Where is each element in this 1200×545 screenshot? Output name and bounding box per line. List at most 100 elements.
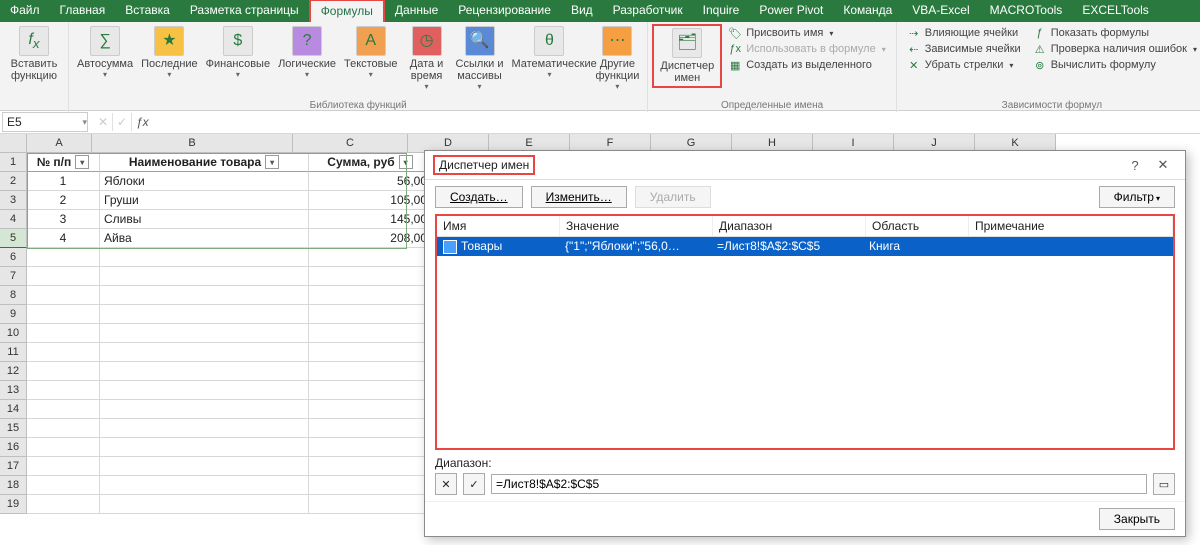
cell[interactable] bbox=[309, 381, 432, 400]
cell[interactable] bbox=[309, 362, 432, 381]
filter-button[interactable]: Фильтр▾ bbox=[1099, 186, 1175, 208]
logical-button[interactable]: ? Логические▾ bbox=[274, 24, 340, 82]
cell[interactable]: 105,00 bbox=[309, 191, 432, 210]
recent-button[interactable]: ★ Последние▾ bbox=[137, 24, 202, 82]
cell[interactable]: 4 bbox=[27, 229, 100, 248]
cell[interactable] bbox=[27, 476, 100, 495]
tab-developer[interactable]: Разработчик bbox=[603, 0, 693, 22]
tab-macrotools[interactable]: MACROTools bbox=[980, 0, 1073, 22]
define-name-button[interactable]: 🏷Присвоить имя▾ bbox=[728, 26, 886, 40]
row-header[interactable]: 19 bbox=[0, 495, 27, 514]
tab-file[interactable]: Файл bbox=[0, 0, 50, 22]
row-header[interactable]: 16 bbox=[0, 438, 27, 457]
tab-page-layout[interactable]: Разметка страницы bbox=[180, 0, 309, 22]
row-header[interactable]: 3 bbox=[0, 191, 27, 210]
tab-powerpivot[interactable]: Power Pivot bbox=[749, 0, 833, 22]
row-header[interactable]: 4 bbox=[0, 210, 27, 229]
row-header[interactable]: 13 bbox=[0, 381, 27, 400]
cell[interactable] bbox=[27, 419, 100, 438]
error-check-button[interactable]: ⚠Проверка наличия ошибок▾ bbox=[1033, 42, 1197, 56]
tab-exceltools[interactable]: EXCELTools bbox=[1072, 0, 1158, 22]
cell[interactable]: Груши bbox=[100, 191, 309, 210]
cell[interactable] bbox=[27, 362, 100, 381]
names-list-row[interactable]: Товары {"1";"Яблоки";"56,0… =Лист8!$A$2:… bbox=[437, 237, 1173, 256]
row-header[interactable]: 2 bbox=[0, 172, 27, 191]
cell[interactable]: 2 bbox=[27, 191, 100, 210]
cell[interactable]: Яблоки bbox=[100, 172, 309, 191]
cell[interactable] bbox=[100, 400, 309, 419]
cell[interactable] bbox=[100, 495, 309, 514]
tab-insert[interactable]: Вставка bbox=[115, 0, 180, 22]
cell[interactable] bbox=[27, 286, 100, 305]
col-header-A[interactable]: A bbox=[27, 134, 92, 153]
cell[interactable]: Сумма, руб▾ bbox=[309, 153, 432, 172]
cell[interactable] bbox=[309, 419, 432, 438]
help-button[interactable]: ? bbox=[1121, 155, 1149, 175]
insert-function-button[interactable]: fx Вставить функцию bbox=[7, 24, 62, 84]
cell[interactable] bbox=[27, 267, 100, 286]
tab-inquire[interactable]: Inquire bbox=[693, 0, 750, 22]
cell[interactable] bbox=[100, 267, 309, 286]
cell[interactable] bbox=[27, 381, 100, 400]
financial-button[interactable]: $ Финансовые▾ bbox=[202, 24, 274, 82]
cell[interactable] bbox=[100, 476, 309, 495]
row-header[interactable]: 5 bbox=[0, 229, 27, 248]
tab-home[interactable]: Главная bbox=[50, 0, 116, 22]
tab-data[interactable]: Данные bbox=[385, 0, 448, 22]
datetime-button[interactable]: ◷ Дата и время▾ bbox=[402, 24, 452, 94]
cell[interactable]: 145,00 bbox=[309, 210, 432, 229]
cell[interactable] bbox=[309, 305, 432, 324]
range-cancel-button[interactable]: ✕ bbox=[435, 473, 457, 495]
row-header[interactable]: 1 bbox=[0, 153, 27, 172]
range-confirm-button[interactable]: ✓ bbox=[463, 473, 485, 495]
cell[interactable] bbox=[27, 495, 100, 514]
cell[interactable]: 208,00 bbox=[309, 229, 432, 248]
trace-dependents-button[interactable]: ⇠Зависимые ячейки bbox=[907, 42, 1021, 56]
select-all-corner[interactable] bbox=[0, 134, 27, 153]
row-header[interactable]: 10 bbox=[0, 324, 27, 343]
row-header[interactable]: 8 bbox=[0, 286, 27, 305]
row-header[interactable]: 12 bbox=[0, 362, 27, 381]
cell[interactable] bbox=[100, 248, 309, 267]
row-header[interactable]: 9 bbox=[0, 305, 27, 324]
edit-name-button[interactable]: Изменить… bbox=[531, 186, 627, 208]
names-list[interactable]: Имя Значение Диапазон Область Примечание… bbox=[435, 214, 1175, 450]
math-button[interactable]: θ Математические▾ bbox=[507, 24, 591, 82]
cell[interactable] bbox=[27, 248, 100, 267]
cell[interactable] bbox=[309, 248, 432, 267]
cell[interactable] bbox=[309, 267, 432, 286]
cell[interactable] bbox=[27, 457, 100, 476]
close-dialog-button[interactable]: Закрыть bbox=[1099, 508, 1175, 530]
close-icon[interactable]: ✕ bbox=[1149, 155, 1177, 175]
cell[interactable] bbox=[27, 324, 100, 343]
cell[interactable] bbox=[100, 381, 309, 400]
remove-arrows-button[interactable]: ✕Убрать стрелки▾ bbox=[907, 58, 1021, 72]
cell[interactable] bbox=[100, 362, 309, 381]
filter-icon[interactable]: ▾ bbox=[399, 155, 413, 169]
cell[interactable] bbox=[100, 419, 309, 438]
cell[interactable]: № п/п▾ bbox=[27, 153, 100, 172]
tab-formulas[interactable]: Формулы bbox=[309, 0, 385, 22]
trace-precedents-button[interactable]: ⇢Влияющие ячейки bbox=[907, 26, 1021, 40]
cell[interactable] bbox=[309, 400, 432, 419]
row-header[interactable]: 7 bbox=[0, 267, 27, 286]
cell[interactable] bbox=[309, 438, 432, 457]
cell[interactable] bbox=[309, 286, 432, 305]
tab-review[interactable]: Рецензирование bbox=[448, 0, 561, 22]
cell[interactable]: 3 bbox=[27, 210, 100, 229]
tab-view[interactable]: Вид bbox=[561, 0, 603, 22]
cell[interactable] bbox=[100, 457, 309, 476]
row-header[interactable]: 11 bbox=[0, 343, 27, 362]
col-header-C[interactable]: C bbox=[293, 134, 408, 153]
range-select-button[interactable]: ▭ bbox=[1153, 473, 1175, 495]
create-name-button[interactable]: Создать… bbox=[435, 186, 523, 208]
show-formulas-button[interactable]: ƒПоказать формулы bbox=[1033, 26, 1197, 40]
range-input[interactable] bbox=[491, 474, 1147, 494]
cell[interactable] bbox=[309, 457, 432, 476]
cell[interactable] bbox=[100, 305, 309, 324]
row-header[interactable]: 6 bbox=[0, 248, 27, 267]
cell[interactable] bbox=[309, 495, 432, 514]
name-manager-button[interactable]: 🗂 Диспетчер имен bbox=[652, 24, 722, 88]
row-header[interactable]: 14 bbox=[0, 400, 27, 419]
cell[interactable] bbox=[100, 286, 309, 305]
